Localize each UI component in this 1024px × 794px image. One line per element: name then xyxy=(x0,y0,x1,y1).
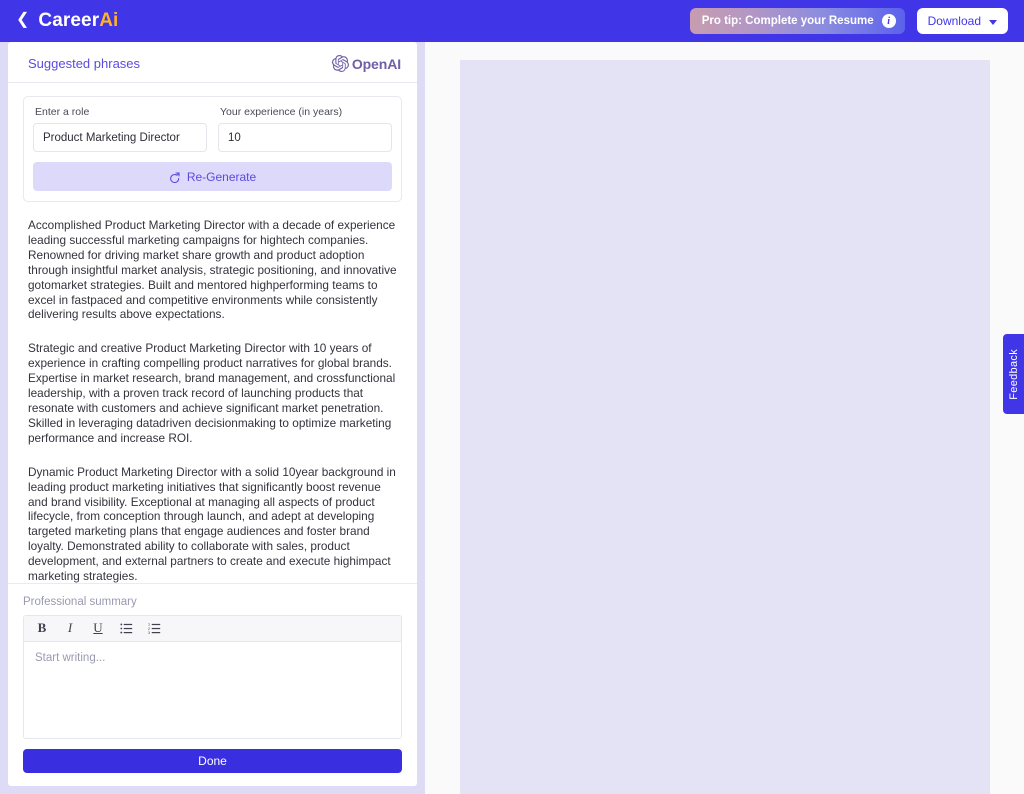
feedback-tab[interactable]: Feedback xyxy=(1003,334,1024,414)
role-field-label: Enter a role xyxy=(35,106,90,118)
done-button[interactable]: Done xyxy=(23,748,402,773)
role-field-group: Enter a role xyxy=(33,106,207,152)
italic-icon[interactable]: I xyxy=(56,616,84,640)
left-panel-shell: Suggested phrases OpenAI Enter a role Pr… xyxy=(0,42,425,794)
professional-summary-section: Professional summary B I U 1 2 3 Start w… xyxy=(8,584,417,739)
top-bar-actions: Pro tip: Complete your Resume i Download xyxy=(689,8,1008,34)
refresh-icon xyxy=(169,171,180,183)
regenerate-button-label: Re-Generate xyxy=(186,169,257,184)
info-icon[interactable]: i xyxy=(881,14,896,28)
role-input[interactable] xyxy=(33,123,207,152)
openai-logo-icon xyxy=(331,55,349,72)
pro-tip-banner[interactable]: Pro tip: Complete your Resume i xyxy=(689,8,905,34)
app-root: ❮ CareerAi Pro tip: Complete your Resume… xyxy=(0,0,1024,794)
resume-preview-area xyxy=(425,42,1024,794)
chevron-left-icon[interactable]: ❮ xyxy=(16,12,29,28)
svg-text:1: 1 xyxy=(148,622,150,626)
numbered-list-glyph: 1 2 3 xyxy=(148,622,160,635)
suggestions-list: Accomplished Product Marketing Director … xyxy=(8,202,417,584)
editor-toolbar: B I U 1 2 3 xyxy=(24,615,401,642)
download-button-label: Download xyxy=(927,14,981,28)
brand-name-suffix: Ai xyxy=(99,10,119,31)
panel-header: Suggested phrases OpenAI xyxy=(8,42,417,83)
underline-icon[interactable]: U xyxy=(84,616,112,640)
openai-attribution: OpenAI xyxy=(331,55,401,72)
download-button[interactable]: Download xyxy=(916,8,1008,34)
suggestion-paragraph[interactable]: Accomplished Product Marketing Director … xyxy=(28,218,397,322)
suggestion-paragraph[interactable]: Dynamic Product Marketing Director with … xyxy=(28,465,397,583)
professional-summary-label: Professional summary xyxy=(23,595,137,608)
experience-field-label: Your experience (in years) xyxy=(220,106,343,118)
svg-text:3: 3 xyxy=(148,631,150,635)
regenerate-button[interactable]: Re-Generate xyxy=(33,162,392,191)
bold-icon[interactable]: B xyxy=(28,616,56,640)
numbered-list-icon[interactable]: 1 2 3 xyxy=(140,616,168,640)
brand-area: ❮ CareerAi xyxy=(16,10,118,32)
summary-editor-input[interactable]: Start writing... xyxy=(24,641,401,738)
openai-label: OpenAI xyxy=(351,55,401,72)
page-title: Suggested phrases xyxy=(28,56,141,71)
chevron-down-icon xyxy=(989,19,997,25)
form-fields-row: Enter a role Your experience (in years) xyxy=(33,106,392,152)
bullet-list-icon[interactable] xyxy=(112,616,140,640)
bullet-list-glyph xyxy=(119,623,132,634)
pro-tip-label: Pro tip: Complete your Resume xyxy=(701,15,874,27)
app-logo[interactable]: CareerAi xyxy=(38,10,118,32)
generation-form: Enter a role Your experience (in years) … xyxy=(23,96,402,202)
done-button-label: Done xyxy=(198,753,227,768)
feedback-tab-label: Feedback xyxy=(1007,348,1020,400)
experience-field-group: Your experience (in years) xyxy=(218,106,392,152)
rich-text-editor: B I U 1 2 3 Start writing... xyxy=(23,614,402,739)
suggested-phrases-panel: Suggested phrases OpenAI Enter a role Pr… xyxy=(8,42,417,786)
brand-name-prefix: Career xyxy=(38,10,100,31)
top-bar: ❮ CareerAi Pro tip: Complete your Resume… xyxy=(0,0,1024,42)
suggestion-paragraph[interactable]: Strategic and creative Product Marketing… xyxy=(28,341,397,445)
svg-text:2: 2 xyxy=(148,627,150,631)
resume-document-preview[interactable] xyxy=(460,60,990,794)
experience-input[interactable] xyxy=(218,123,392,152)
